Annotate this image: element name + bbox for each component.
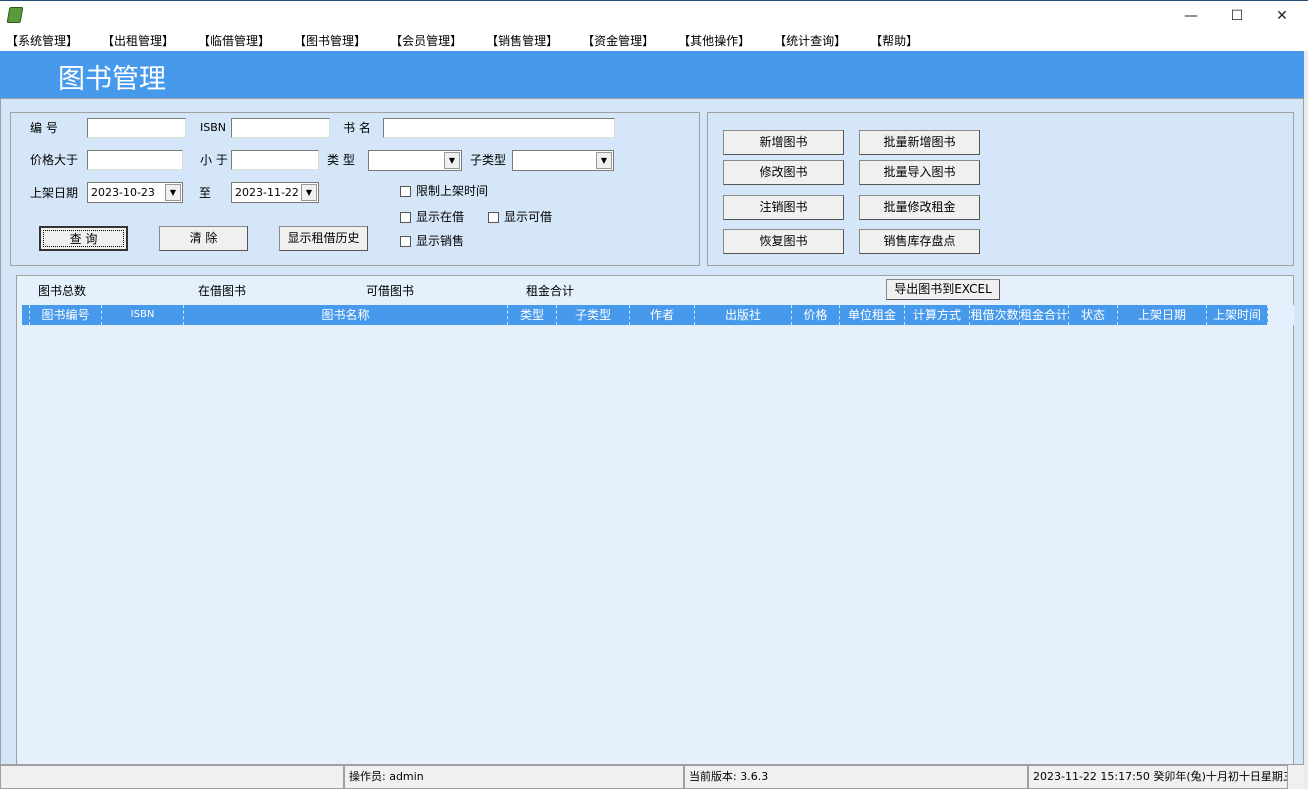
type-select[interactable]: ▼: [368, 150, 462, 171]
isbn-label: ISBN: [200, 121, 227, 134]
title-bar: — ☐ ✕: [0, 0, 1308, 30]
price-max-input[interactable]: [231, 150, 319, 170]
col-book-id[interactable]: 图书编号: [30, 305, 102, 325]
batch-edit-rent-button[interactable]: 批量修改租金: [859, 195, 980, 220]
subtype-select[interactable]: ▼: [512, 150, 614, 171]
show-sales-label: 显示销售: [416, 234, 465, 248]
to-label: 至: [199, 186, 212, 200]
date-from-picker[interactable]: 2023-10-23 ▼: [87, 182, 183, 203]
page-title: 图书管理: [58, 64, 166, 95]
isbn-input[interactable]: [231, 118, 330, 138]
books-table[interactable]: [16, 275, 1294, 765]
price-min-label: 价格大于: [30, 153, 79, 167]
status-version: 当前版本: 3.6.3: [684, 765, 1028, 789]
menu-system[interactable]: 【系统管理】: [6, 31, 78, 51]
col-shelf-time[interactable]: 上架时间: [1207, 305, 1268, 325]
limit-time-label: 限制上架时间: [416, 184, 489, 198]
col-rent-total[interactable]: 租金合计: [1020, 305, 1069, 325]
page-banner: 图书管理: [0, 51, 1304, 98]
menu-rental[interactable]: 【出租管理】: [102, 31, 174, 51]
status-operator: 操作员: admin: [344, 765, 684, 789]
batch-import-books-button[interactable]: 批量导入图书: [859, 160, 980, 185]
app-book-icon: [6, 7, 24, 23]
limit-time-checkbox[interactable]: [400, 186, 411, 197]
book-name-input[interactable]: [383, 118, 615, 138]
col-rent-count[interactable]: 租借次数: [970, 305, 1020, 325]
date-to-picker[interactable]: 2023-11-22 ▼: [231, 182, 319, 203]
col-isbn[interactable]: ISBN: [102, 305, 184, 325]
query-button[interactable]: 查 询: [39, 226, 128, 251]
window-edge: [1304, 51, 1308, 789]
chevron-down-icon: ▼: [165, 184, 181, 201]
type-label: 类 型: [327, 153, 355, 167]
price-min-input[interactable]: [87, 150, 183, 170]
date-to-value: 2023-11-22: [235, 186, 299, 199]
chevron-down-icon: ▼: [301, 184, 317, 201]
show-borrowed-checkbox[interactable]: [400, 212, 411, 223]
book-name-label: 书 名: [343, 121, 371, 135]
show-available-checkbox[interactable]: [488, 212, 499, 223]
borrowed-books-label: 在借图书: [198, 284, 247, 298]
resize-grip-icon[interactable]: [1288, 765, 1304, 789]
status-datetime: 2023-11-22 15:17:50 癸卯年(兔)十月初十日星期三: [1028, 765, 1288, 789]
show-borrowed-label: 显示在借: [416, 210, 465, 224]
date-from-value: 2023-10-23: [91, 186, 155, 199]
col-type[interactable]: 类型: [508, 305, 557, 325]
show-available-label: 显示可借: [504, 210, 553, 224]
id-input[interactable]: [87, 118, 186, 138]
row-indicator-header: [22, 305, 30, 325]
menu-other[interactable]: 【其他操作】: [678, 31, 750, 51]
menu-members[interactable]: 【会员管理】: [390, 31, 462, 51]
batch-add-books-button[interactable]: 批量新增图书: [859, 130, 980, 155]
rental-history-button[interactable]: 显示租借历史: [279, 226, 368, 251]
col-unit-rent[interactable]: 单位租金: [840, 305, 905, 325]
col-author[interactable]: 作者: [630, 305, 695, 325]
minimize-button[interactable]: —: [1168, 3, 1214, 29]
rent-total-label: 租金合计: [526, 284, 575, 298]
available-books-label: 可借图书: [366, 284, 415, 298]
menu-funds[interactable]: 【资金管理】: [582, 31, 654, 51]
menu-help[interactable]: 【帮助】: [870, 31, 918, 51]
col-book-title[interactable]: 图书名称: [184, 305, 508, 325]
price-max-label: 小 于: [200, 153, 228, 167]
clear-button[interactable]: 清 除: [159, 226, 248, 251]
chevron-down-icon: ▼: [444, 152, 460, 169]
edit-book-button[interactable]: 修改图书: [723, 160, 844, 185]
export-excel-button[interactable]: 导出图书到EXCEL: [886, 279, 1000, 300]
col-subtype[interactable]: 子类型: [557, 305, 630, 325]
menu-temp-borrow[interactable]: 【临借管理】: [198, 31, 270, 51]
subtype-label: 子类型: [470, 153, 507, 167]
sales-inventory-button[interactable]: 销售库存盘点: [859, 229, 980, 254]
show-sales-checkbox[interactable]: [400, 236, 411, 247]
date-label: 上架日期: [30, 186, 79, 200]
chevron-down-icon: ▼: [596, 152, 612, 169]
table-header: 图书编号 ISBN 图书名称 类型 子类型 作者 出版社 价格 单位租金 计算方…: [22, 305, 1268, 325]
id-label: 编 号: [30, 121, 58, 135]
menu-books[interactable]: 【图书管理】: [294, 31, 366, 51]
col-calc-method[interactable]: 计算方式: [905, 305, 970, 325]
add-book-button[interactable]: 新增图书: [723, 130, 844, 155]
maximize-button[interactable]: ☐: [1214, 3, 1260, 29]
col-price[interactable]: 价格: [792, 305, 840, 325]
col-status[interactable]: 状态: [1069, 305, 1118, 325]
restore-book-button[interactable]: 恢复图书: [723, 229, 844, 254]
cancel-book-button[interactable]: 注销图书: [723, 195, 844, 220]
menu-bar: 【系统管理】 【出租管理】 【临借管理】 【图书管理】 【会员管理】 【销售管理…: [0, 31, 1308, 51]
close-button[interactable]: ✕: [1259, 3, 1305, 29]
menu-stats[interactable]: 【统计查询】: [774, 31, 846, 51]
status-empty: [0, 765, 344, 789]
menu-sales[interactable]: 【销售管理】: [486, 31, 558, 51]
col-shelf-date[interactable]: 上架日期: [1118, 305, 1207, 325]
total-books-label: 图书总数: [38, 284, 87, 298]
col-publisher[interactable]: 出版社: [695, 305, 792, 325]
